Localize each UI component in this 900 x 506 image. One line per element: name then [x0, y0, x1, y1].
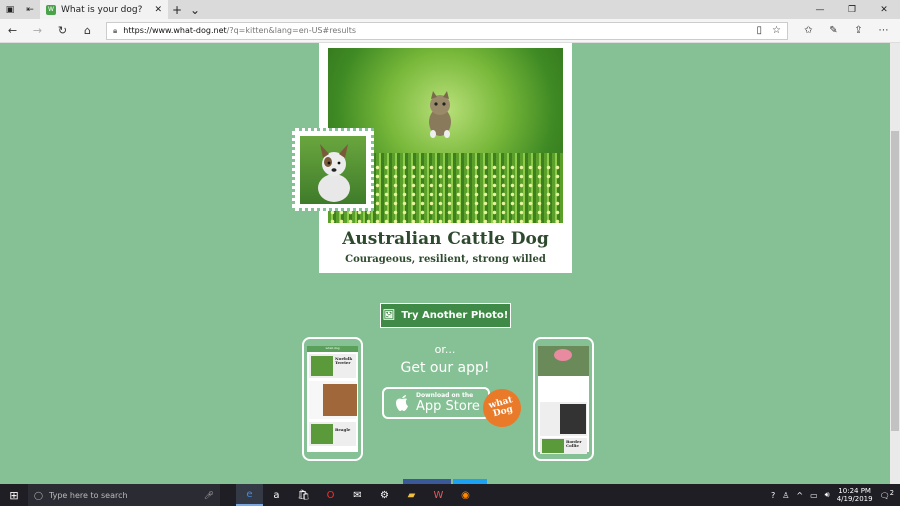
mail-icon[interactable]: ✉ [344, 484, 371, 506]
cortana-circle-icon: ◯ [34, 490, 43, 500]
try-another-photo-label: Try Another Photo! [401, 310, 509, 321]
address-toolbar: ← → ↻ ⌂ 🔒︎ https://www.what-dog.net/?q=k… [0, 19, 900, 43]
appstore-big-text: App Store [416, 399, 480, 414]
url-input[interactable]: 🔒︎ https://www.what-dog.net/?q=kitten&la… [106, 21, 788, 40]
scrollbar-thumb[interactable] [891, 131, 899, 431]
close-window-button[interactable]: ✕ [868, 5, 900, 15]
phone-item-image [323, 384, 357, 416]
phone-mockup-left: what-dog Norfolk Terrier Beagle [302, 337, 363, 461]
clock-time: 10:24 PM [838, 486, 871, 495]
url-path: /?q=kitten&lang=en-US#results [226, 26, 357, 35]
store-icon[interactable]: 🛍︎ [290, 484, 317, 506]
steam-icon[interactable]: ⚙ [371, 484, 398, 506]
minimize-button[interactable]: — [804, 5, 836, 15]
windows-start-icon[interactable]: ⊞ [0, 484, 28, 506]
tray-chevron-icon[interactable]: ^ [796, 491, 803, 500]
phone-item-name: Border Collie [566, 439, 582, 449]
volume-icon[interactable]: 🔊︎ [825, 490, 830, 500]
phone-item-name: Beagle [335, 427, 351, 432]
phone-hero-image [538, 346, 589, 376]
phone-list-item: Beagle [309, 422, 356, 446]
help-icon[interactable]: ? [771, 491, 775, 500]
tab-close-icon[interactable]: ✕ [154, 5, 162, 15]
url-host: https://www.what-dog.net [123, 26, 227, 35]
taskbar-apps: e a 🛍︎ O ✉ ⚙ ▰ W ◉ [236, 484, 479, 506]
breed-name: Australian Cattle Dog [342, 229, 549, 249]
pen-icon[interactable]: ✎ [821, 25, 846, 36]
tab-menu-button[interactable]: ⌄ [186, 3, 204, 17]
notification-count: 2 [889, 489, 894, 498]
search-placeholder: Type here to search [48, 490, 128, 500]
window-controls: — ❐ ✕ [804, 5, 900, 15]
new-tab-button[interactable]: + [168, 3, 186, 17]
lock-icon: 🔒︎ [113, 25, 118, 35]
appstore-small-text: Download on the [416, 392, 474, 399]
people-icon[interactable]: ♙ [782, 491, 789, 500]
breed-traits: Courageous, resilient, strong willed [345, 254, 546, 265]
reading-view-icon[interactable]: ▯ [757, 25, 763, 36]
refresh-icon[interactable]: ↻ [50, 24, 75, 37]
clock-date: 4/19/2019 [836, 495, 873, 503]
phone-list-item [540, 402, 587, 436]
firefox-icon[interactable]: ◉ [452, 484, 479, 506]
notification-center-icon[interactable]: 🗨︎2 [880, 489, 894, 501]
phone-item-image [311, 424, 333, 444]
file-explorer-icon[interactable]: ▰ [398, 484, 425, 506]
get-app-heading: Get our app! [400, 360, 490, 376]
restore-button[interactable]: ❐ [836, 5, 868, 15]
tab-bar: ▣ ⇤ W What is your dog? ✕ + ⌄ — ❐ ✕ [0, 0, 900, 19]
system-tray: ? ♙ ^ ▭ 🔊︎ 10:24 PM 4/19/2019 🗨︎2 [771, 487, 900, 504]
microphone-icon[interactable]: 🎤︎ [204, 491, 214, 500]
phone-list-item [309, 381, 357, 419]
back-icon[interactable]: ← [0, 24, 25, 37]
photo-gallery-icon: 🖼︎ [382, 310, 396, 321]
phone-item-name: Norfolk Terrier [335, 356, 353, 366]
site-favicon-icon: W [46, 4, 56, 15]
try-another-photo-button[interactable]: 🖼︎ Try Another Photo! [380, 303, 511, 328]
forward-icon[interactable]: → [25, 24, 50, 37]
phone-list-item: Norfolk Terrier [309, 354, 356, 378]
apple-icon [396, 395, 408, 411]
phone-item-image [311, 356, 333, 376]
amazon-icon[interactable]: a [263, 484, 290, 506]
dog-stamp [292, 128, 374, 211]
kitten-image [429, 91, 451, 138]
tab-title: What is your dog? [61, 4, 143, 15]
windows-taskbar: ⊞ ◯ Type here to search 🎤︎ e a 🛍︎ O ✉ ⚙ … [0, 484, 900, 506]
home-icon[interactable]: ⌂ [75, 24, 100, 37]
taskbar-search-box[interactable]: ◯ Type here to search 🎤︎ [28, 484, 220, 506]
vertical-scrollbar[interactable] [890, 43, 900, 484]
clock[interactable]: 10:24 PM 4/19/2019 [837, 487, 873, 504]
favorite-star-icon[interactable]: ☆ [772, 25, 781, 36]
opera-icon[interactable]: O [317, 484, 344, 506]
phone-item-image [560, 404, 586, 434]
network-icon[interactable]: ▭ [810, 491, 818, 500]
or-label: or... [434, 343, 456, 356]
tab-actions-icon[interactable]: ▣ [0, 0, 20, 19]
rose-image [554, 349, 572, 361]
page-content: Australian Cattle Dog Courageous, resili… [0, 43, 890, 484]
share-icon[interactable]: ⇪ [846, 25, 871, 36]
more-icon[interactable]: ⋯ [871, 25, 896, 36]
edge-browser-icon[interactable]: e [236, 484, 263, 506]
office-icon[interactable]: W [425, 484, 452, 506]
phone-item-image [542, 439, 564, 453]
favorites-icon[interactable]: ✩ [796, 25, 821, 36]
phone-list-item: Border Collie [540, 438, 587, 454]
phone-header: what-dog [307, 346, 358, 352]
set-aside-tabs-icon[interactable]: ⇤ [20, 0, 40, 19]
phone-screen: Border Collie [538, 346, 589, 454]
phone-screen: what-dog Norfolk Terrier Beagle [307, 346, 358, 452]
app-store-button[interactable]: Download on the App Store [382, 387, 490, 419]
tab-what-is-your-dog[interactable]: W What is your dog? ✕ [40, 0, 168, 19]
phone-mockup-right: Border Collie [533, 337, 594, 461]
cattle-dog-image [300, 136, 366, 204]
